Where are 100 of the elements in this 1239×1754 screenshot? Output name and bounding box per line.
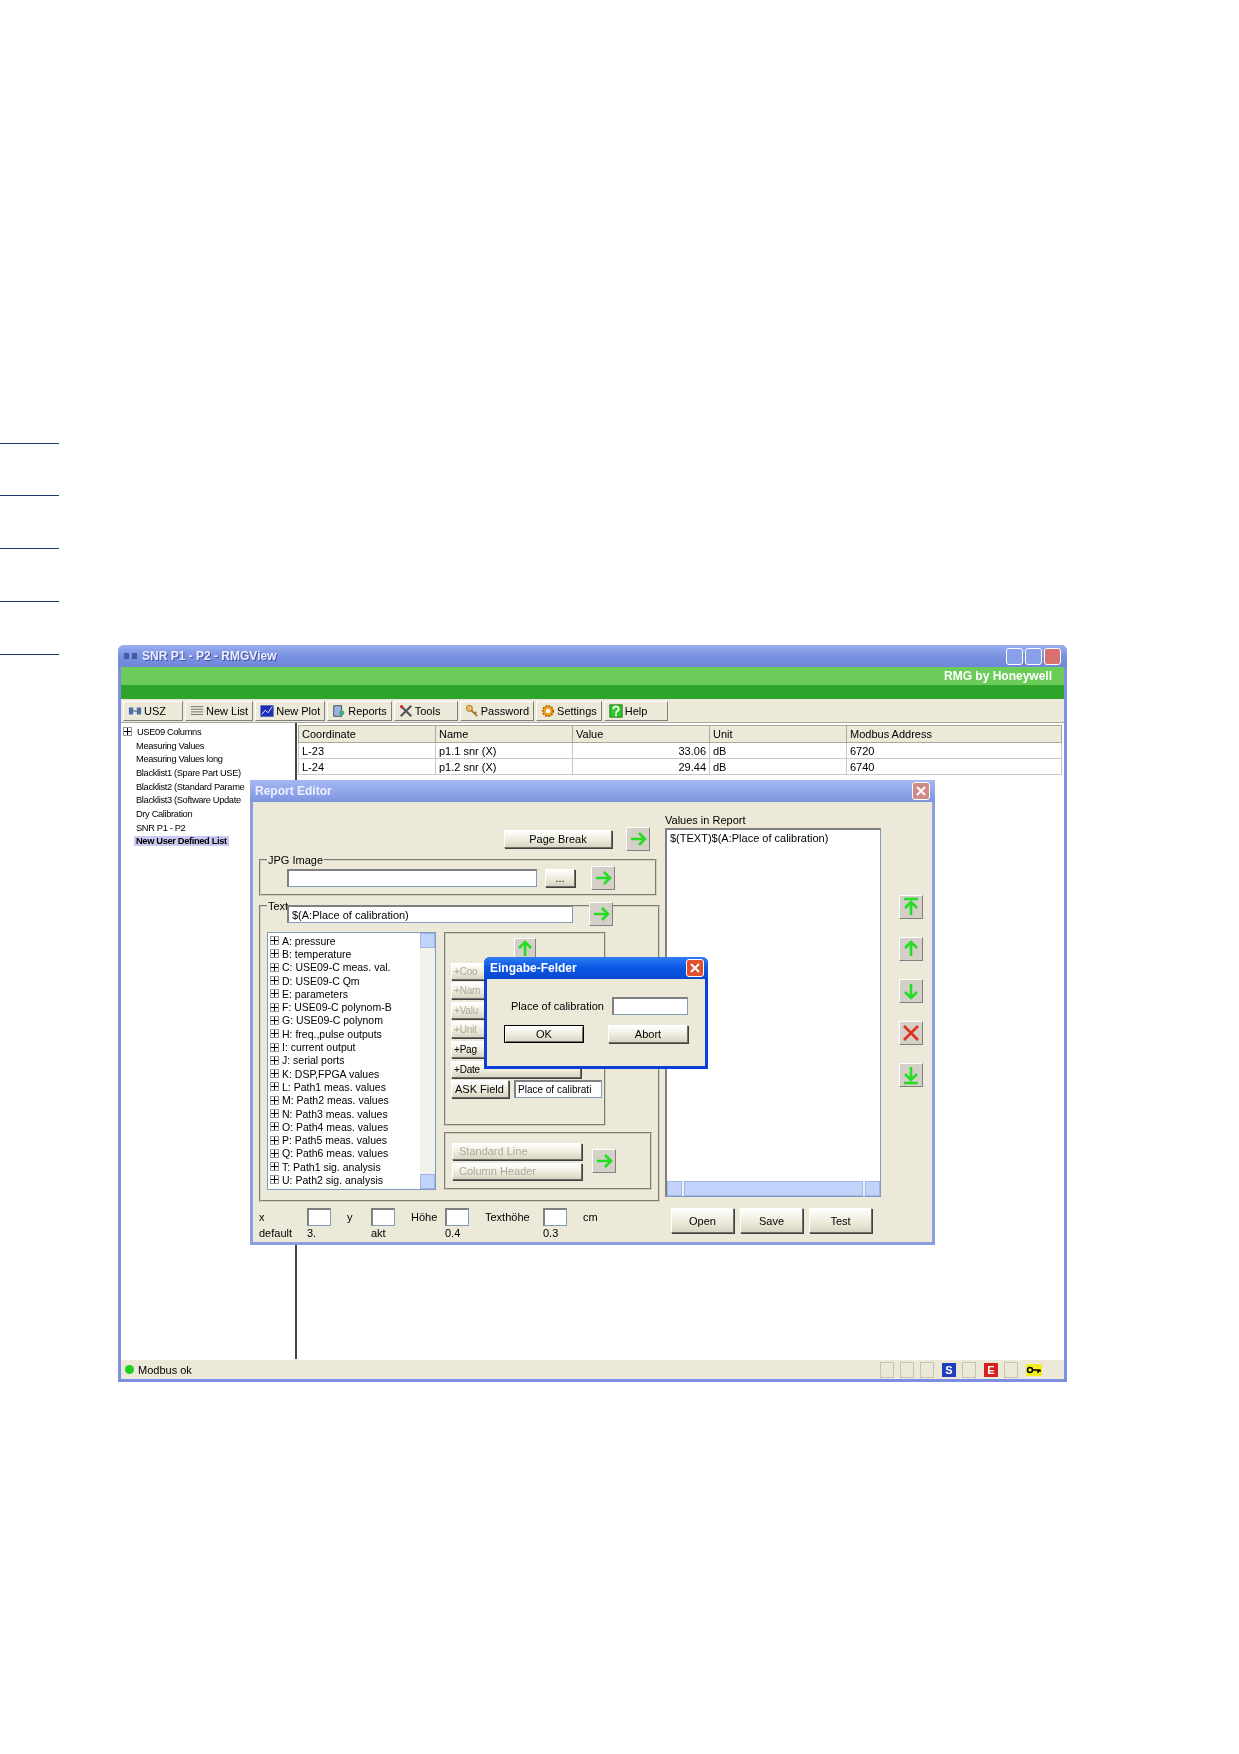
jpg-path-field[interactable] xyxy=(287,869,537,887)
text-field[interactable]: $(A:Place of calibration) xyxy=(287,905,573,923)
tree-item[interactable]: G: USE09-C polynom xyxy=(282,1014,383,1027)
tree-item[interactable]: O: Path4 meas. values xyxy=(282,1120,389,1133)
tree-item[interactable]: Measuring Values xyxy=(134,740,207,751)
tree-item[interactable]: T: Path1 sig. analysis xyxy=(282,1160,381,1173)
add-button[interactable] xyxy=(626,827,650,851)
tree-item[interactable]: SNR P1 - P2 xyxy=(134,822,188,833)
close-button[interactable] xyxy=(1044,647,1061,665)
expand-icon[interactable] xyxy=(270,1122,279,1132)
toolbar-button[interactable]: USZ xyxy=(123,701,183,721)
expand-icon[interactable] xyxy=(270,936,279,946)
expand-icon[interactable] xyxy=(270,1042,279,1052)
maximize-button[interactable] xyxy=(1025,647,1042,665)
expand-icon[interactable] xyxy=(270,1095,279,1105)
dialog-button[interactable]: OK xyxy=(504,1025,584,1043)
expand-icon[interactable] xyxy=(270,1015,279,1025)
toolbar-button[interactable]: New List xyxy=(185,701,254,721)
column-header[interactable]: Value xyxy=(572,725,710,743)
move-top-button[interactable] xyxy=(899,895,923,919)
ask-field-input[interactable]: Place of calibrati xyxy=(514,1080,602,1099)
delete-button[interactable] xyxy=(899,1021,923,1045)
dialog-button[interactable]: Test xyxy=(809,1208,872,1233)
tree-item[interactable]: L: Path1 meas. values xyxy=(282,1080,386,1093)
size-field[interactable] xyxy=(307,1208,331,1226)
expand-icon[interactable] xyxy=(270,976,279,986)
tree-item[interactable]: C: USE09-C meas. val. xyxy=(282,961,391,974)
down-arrow-icon xyxy=(901,981,921,1001)
tree-item[interactable]: USE09 Columns xyxy=(135,726,204,737)
expand-icon[interactable] xyxy=(270,1148,279,1158)
scrollbar[interactable] xyxy=(667,1181,880,1196)
tree-item[interactable]: H: freq.,pulse outputs xyxy=(282,1027,382,1040)
tree-item[interactable]: I: current output xyxy=(282,1041,356,1053)
list-item[interactable]: $(TEXT)$(A:Place of calibration) xyxy=(670,832,877,844)
tree-item[interactable]: J: serial ports xyxy=(282,1054,345,1067)
expand-icon[interactable] xyxy=(270,989,279,999)
page-break-button[interactable]: Page Break xyxy=(504,830,612,848)
expand-icon[interactable] xyxy=(270,1162,279,1172)
tree-item[interactable]: D: USE09-C Qm xyxy=(282,974,360,987)
browse-button[interactable]: ... xyxy=(545,869,575,887)
size-field[interactable] xyxy=(445,1208,469,1226)
expand-icon[interactable] xyxy=(270,1109,279,1118)
add-button[interactable] xyxy=(592,1149,616,1173)
tree-item[interactable]: A: pressure xyxy=(282,934,336,947)
tree-item[interactable]: Blacklist3 (Software Update xyxy=(134,795,243,806)
input-field[interactable] xyxy=(611,997,688,1015)
move-bottom-button[interactable] xyxy=(899,1063,923,1087)
ask-field-button[interactable]: ASK Field xyxy=(451,1080,509,1099)
up-button[interactable] xyxy=(514,938,536,960)
size-field[interactable] xyxy=(371,1208,395,1226)
column-header[interactable]: Unit xyxy=(709,725,847,743)
dialog-button[interactable]: Abort xyxy=(608,1025,688,1043)
help-icon xyxy=(608,704,623,718)
tree-item[interactable]: N: Path3 meas. values xyxy=(282,1107,388,1120)
expand-icon[interactable] xyxy=(270,962,279,972)
size-field[interactable] xyxy=(543,1208,567,1226)
move-up-button[interactable] xyxy=(899,937,923,961)
expand-icon[interactable] xyxy=(270,1029,279,1039)
add-button[interactable] xyxy=(591,866,615,890)
column-header[interactable]: Name xyxy=(435,725,573,743)
tree-item[interactable]: New User Defined List xyxy=(134,836,229,847)
column-header[interactable]: Coordinate xyxy=(298,725,436,743)
scrollbar[interactable] xyxy=(420,933,435,1189)
tree-item[interactable]: P: Path5 meas. values xyxy=(282,1134,388,1147)
toolbar-button[interactable]: New Plot xyxy=(255,701,326,721)
add-button[interactable] xyxy=(589,902,613,926)
close-button[interactable] xyxy=(912,782,930,800)
tree-item[interactable]: U: Path2 sig. analysis xyxy=(282,1174,383,1186)
expand-icon[interactable] xyxy=(270,949,279,959)
tree-item[interactable]: Blacklist1 (Spare Part USE) xyxy=(134,767,243,778)
toolbar-button[interactable]: Reports xyxy=(327,701,392,721)
column-header[interactable]: Modbus Address xyxy=(846,725,1062,743)
tree-item[interactable]: B: temperature xyxy=(282,947,352,960)
expand-icon[interactable] xyxy=(270,1069,279,1079)
tree-item[interactable]: F: USE09-C polynom-B xyxy=(282,1001,392,1014)
tree-item[interactable]: Q: Path6 meas. values xyxy=(282,1147,389,1160)
tree-item[interactable]: E: parameters xyxy=(282,987,348,1000)
tree-item[interactable]: M: Path2 meas. values xyxy=(282,1094,389,1107)
expand-icon[interactable] xyxy=(270,1082,279,1092)
expand-icon[interactable] xyxy=(270,1055,279,1065)
dialog-button[interactable]: Open xyxy=(671,1208,734,1233)
toolbar-button[interactable]: Password xyxy=(459,701,535,721)
default-value: 3. xyxy=(307,1227,318,1239)
tree-item[interactable]: Measuring Values long xyxy=(134,754,225,765)
tree-item[interactable]: K: DSP,FPGA values xyxy=(282,1067,380,1080)
expand-icon[interactable] xyxy=(270,1135,279,1145)
table-cell: dB xyxy=(709,758,847,775)
expand-icon[interactable] xyxy=(123,727,132,737)
toolbar-button[interactable]: Help xyxy=(603,701,668,721)
dialog-button[interactable]: Save xyxy=(740,1208,803,1233)
close-icon xyxy=(690,963,700,973)
tree-item[interactable]: Dry Calibration xyxy=(134,808,195,819)
expand-icon[interactable] xyxy=(270,1002,279,1012)
move-down-button[interactable] xyxy=(899,979,923,1003)
toolbar-button[interactable]: Tools xyxy=(393,701,458,721)
toolbar-button[interactable]: Settings xyxy=(536,701,602,721)
close-button[interactable] xyxy=(686,959,704,977)
minimize-button[interactable] xyxy=(1006,647,1023,665)
tree-item[interactable]: Blacklist2 (Standard Parame xyxy=(134,781,247,792)
expand-icon[interactable] xyxy=(270,1175,279,1185)
